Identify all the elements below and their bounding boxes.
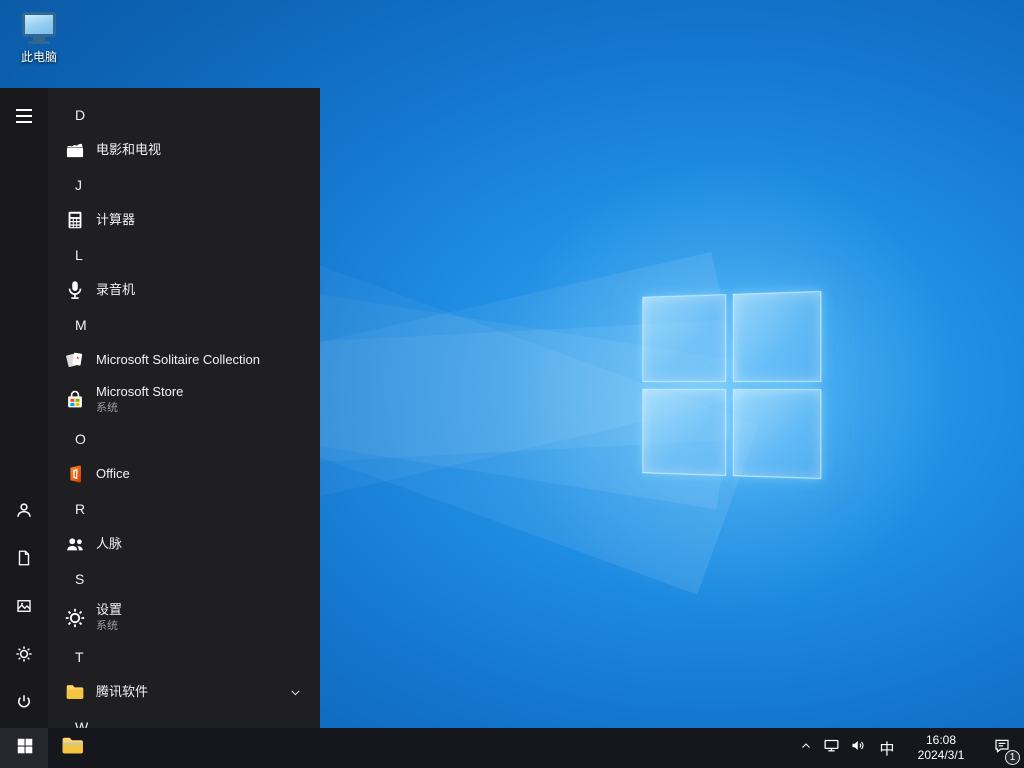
desktop-icon-label: 此电脑 xyxy=(8,48,70,65)
tray-network[interactable] xyxy=(818,728,845,768)
app-item-calculator[interactable]: 计算器 xyxy=(48,202,320,238)
start-menu-rail xyxy=(0,88,48,728)
windows-logo-pane xyxy=(732,291,821,382)
letter-header-t[interactable]: T xyxy=(48,640,320,674)
tray-clock[interactable]: 16:08 2024/3/1 xyxy=(902,728,980,768)
clock-time: 16:08 xyxy=(926,733,956,748)
action-center-button[interactable]: 1 xyxy=(980,728,1024,768)
network-icon xyxy=(823,737,840,759)
start-menu: D 电影和电视 J 计算器 L 录音机 M Microsoft Solitair… xyxy=(0,88,320,728)
app-subtitle: 系统 xyxy=(96,402,183,415)
app-item-office[interactable]: Office xyxy=(48,456,320,492)
user-icon xyxy=(14,500,34,525)
gear-icon xyxy=(15,645,33,668)
app-item-solitaire[interactable]: Microsoft Solitaire Collection xyxy=(48,342,320,378)
settings-button[interactable] xyxy=(0,632,48,680)
clock-date: 2024/3/1 xyxy=(918,748,965,763)
windows-logo xyxy=(642,291,821,479)
people-icon xyxy=(63,532,87,556)
store-icon xyxy=(63,388,87,412)
letter-header-s[interactable]: S xyxy=(48,562,320,596)
app-item-people[interactable]: 人脉 xyxy=(48,526,320,562)
user-account-button[interactable] xyxy=(0,488,48,536)
ime-label: 中 xyxy=(879,738,894,759)
letter-header-j[interactable]: J xyxy=(48,168,320,202)
notification-count-badge: 1 xyxy=(1005,750,1020,765)
start-button[interactable] xyxy=(0,728,48,768)
app-item-movies-tv[interactable]: 电影和电视 xyxy=(48,132,320,168)
letter-header-o[interactable]: O xyxy=(48,422,320,456)
letter-header-d[interactable]: D xyxy=(48,98,320,132)
hamburger-icon xyxy=(16,109,32,123)
letter-header-l[interactable]: L xyxy=(48,238,320,272)
pictures-button[interactable] xyxy=(0,584,48,632)
folder-icon xyxy=(63,680,87,704)
windows-desktop: 此电脑 D 电影和电视 J 计算器 L 录音机 M Microsoft Soli… xyxy=(0,0,1024,768)
settings-gear-icon xyxy=(63,606,87,630)
this-pc-icon xyxy=(8,12,70,44)
documents-button[interactable] xyxy=(0,536,48,584)
taskbar: 中 16:08 2024/3/1 1 xyxy=(0,728,1024,768)
start-app-list: D 电影和电视 J 计算器 L 录音机 M Microsoft Solitair… xyxy=(48,88,320,728)
app-title: 设置 xyxy=(96,603,122,618)
power-button[interactable] xyxy=(0,680,48,728)
chevron-down-icon[interactable] xyxy=(289,686,302,699)
windows-logo-pane xyxy=(642,388,725,475)
tray-volume[interactable] xyxy=(845,728,872,768)
file-explorer-button[interactable] xyxy=(48,728,96,768)
app-subtitle: 系统 xyxy=(96,620,122,633)
app-item-microsoft-store[interactable]: Microsoft Store 系统 xyxy=(48,378,320,422)
app-item-settings[interactable]: 设置 系统 xyxy=(48,596,320,640)
app-item-tencent-folder[interactable]: 腾讯软件 xyxy=(48,674,320,710)
solitaire-icon xyxy=(63,348,87,372)
letter-header-w[interactable]: W xyxy=(48,710,320,728)
chevron-up-icon xyxy=(800,739,812,757)
speaker-icon xyxy=(850,737,867,759)
windows-logo-pane xyxy=(732,389,821,480)
app-title: Microsoft Store xyxy=(96,385,183,400)
calculator-icon xyxy=(63,208,87,232)
pictures-icon xyxy=(15,597,33,620)
office-icon xyxy=(63,462,87,486)
app-item-voice-recorder[interactable]: 录音机 xyxy=(48,272,320,308)
file-explorer-icon xyxy=(60,733,85,763)
windows-logo-pane xyxy=(642,294,725,381)
tray-ime-indicator[interactable]: 中 xyxy=(872,728,902,768)
power-icon xyxy=(15,693,33,716)
desktop-icon-this-pc[interactable]: 此电脑 xyxy=(8,12,70,65)
letter-header-m[interactable]: M xyxy=(48,308,320,342)
document-icon xyxy=(15,549,33,572)
system-tray: 中 16:08 2024/3/1 1 xyxy=(794,728,1024,768)
voice-recorder-icon xyxy=(63,278,87,302)
windows-start-icon xyxy=(16,737,33,759)
expand-menu-button[interactable] xyxy=(0,92,48,140)
movies-tv-icon xyxy=(63,138,87,162)
tray-show-hidden-icons[interactable] xyxy=(794,728,818,768)
letter-header-r[interactable]: R xyxy=(48,492,320,526)
